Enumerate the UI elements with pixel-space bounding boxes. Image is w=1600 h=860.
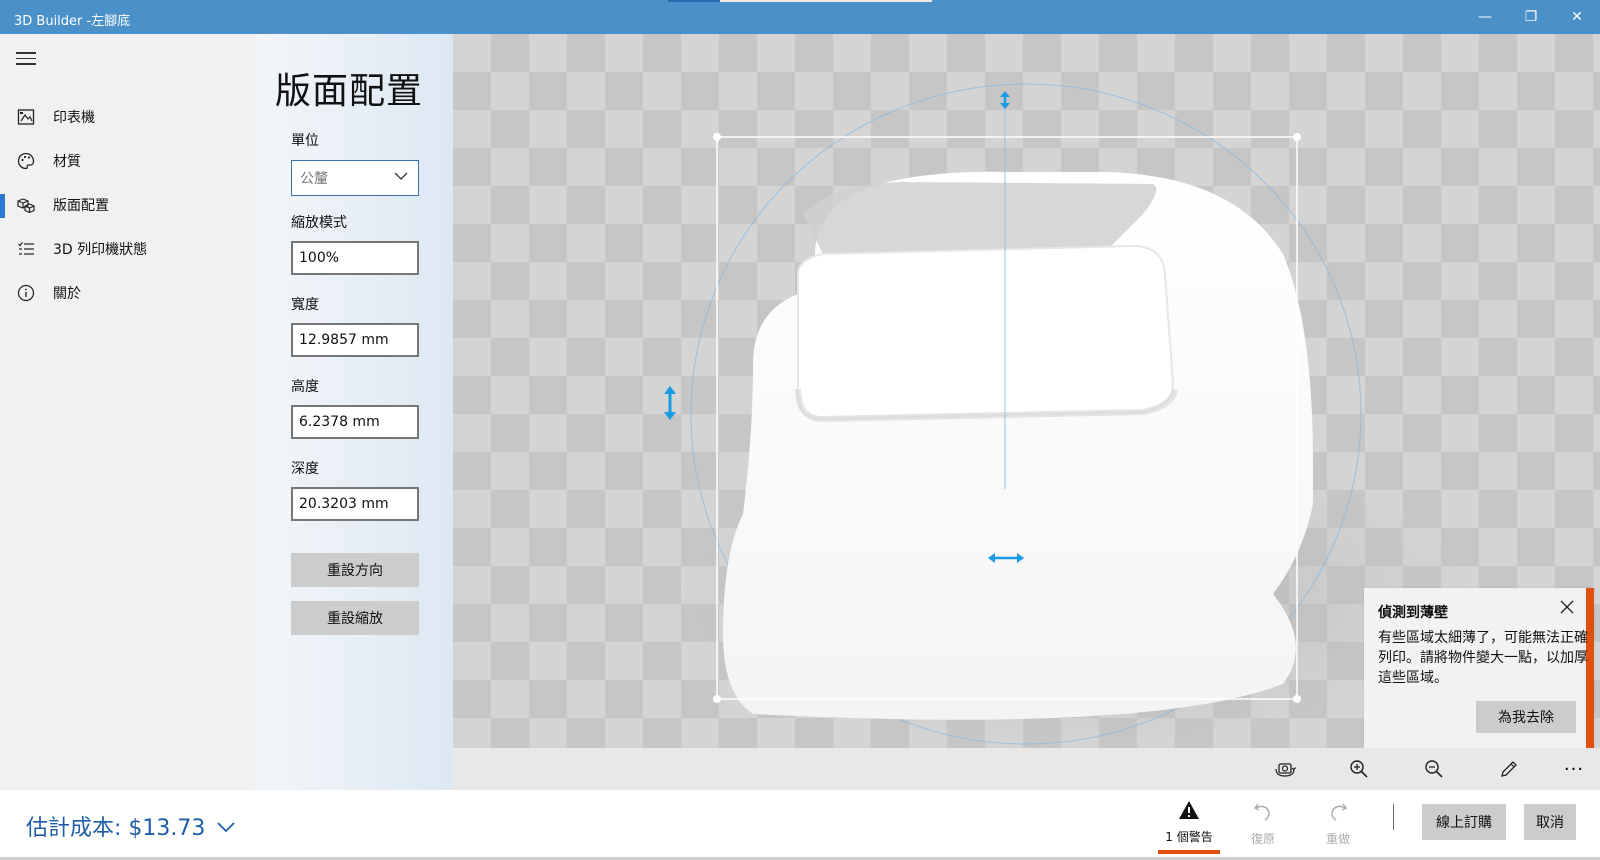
panel-heading: 版面配置 [275, 71, 424, 112]
zoom-in-icon[interactable] [1344, 756, 1374, 782]
zoom-out-icon[interactable] [1419, 756, 1449, 782]
move-vertical-side-handle[interactable] [664, 386, 676, 420]
estimated-cost-toggle[interactable]: 估計成本: $13.73 [26, 810, 236, 842]
width-input[interactable]: 12.9857 mm [291, 323, 419, 357]
view-tools-bar: ··· [453, 748, 1600, 790]
width-label: 寬度 [291, 297, 319, 313]
bbox-handle[interactable] [1293, 695, 1301, 703]
bbox-handle[interactable] [1293, 133, 1301, 141]
palette-icon [16, 151, 36, 171]
toolbar-separator [1393, 804, 1394, 830]
title-bar: 3D Builder -左腳底 — ❐ ✕ [0, 0, 1600, 34]
unit-select-value: 公釐 [300, 171, 328, 187]
bbox-handle[interactable] [713, 695, 721, 703]
fix-for-me-button[interactable]: 為我去除 [1476, 701, 1576, 733]
reset-scale-button[interactable]: 重設縮放 [291, 601, 419, 635]
title-accent-strip-light [720, 0, 932, 2]
unit-label: 單位 [291, 133, 319, 149]
undo-button[interactable]: 復原 [1231, 800, 1295, 852]
undo-label: 復原 [1250, 832, 1275, 846]
redo-icon [1327, 800, 1349, 826]
title-accent-strip [668, 0, 720, 2]
layout-properties-panel: 版面配置 單位 公釐 縮放模式 100% 寬度 12.9857 mm 高度 6.… [255, 34, 453, 790]
toast-title: 偵測到薄壁 [1378, 605, 1448, 621]
unit-select[interactable]: 公釐 [291, 160, 419, 196]
left-navigation: 印表機 材質 版面配置 3D 列印機狀態 關於 [0, 34, 255, 790]
reset-orientation-button[interactable]: 重設方向 [291, 553, 419, 587]
chevron-down-icon [217, 814, 236, 839]
nav-item-printer-status[interactable]: 3D 列印機狀態 [0, 229, 255, 269]
window-title: 3D Builder -左腳底 [14, 14, 131, 29]
move-vertical-top-handle[interactable] [1000, 91, 1010, 109]
redo-label: 重做 [1325, 832, 1350, 846]
order-online-button[interactable]: 線上訂購 [1422, 804, 1506, 840]
redo-button[interactable]: 重做 [1306, 800, 1370, 852]
thin-wall-warning-toast: 偵測到薄壁 有些區域太細薄了，可能無法正確列印。請將物件變大一點，以加厚這些區域… [1364, 588, 1594, 748]
close-window-button[interactable]: ✕ [1554, 0, 1600, 34]
nav-item-label: 版面配置 [53, 198, 109, 214]
warning-triangle-icon [1178, 800, 1200, 824]
warnings-active-underline [1158, 850, 1220, 854]
cancel-button[interactable]: 取消 [1524, 804, 1576, 840]
scale-mode-label: 縮放模式 [291, 215, 347, 231]
camera-rotate-icon[interactable] [1270, 756, 1300, 782]
estimated-cost-label: 估計成本: $13.73 [26, 816, 206, 841]
nav-item-label: 印表機 [53, 110, 95, 126]
model-top-plate [797, 244, 1175, 421]
depth-label: 深度 [291, 461, 319, 477]
nav-item-label: 材質 [53, 154, 81, 170]
undo-icon [1252, 800, 1274, 826]
printer-icon [16, 107, 36, 127]
nav-item-layout[interactable]: 版面配置 [0, 185, 255, 225]
nav-item-printer[interactable]: 印表機 [0, 97, 255, 137]
bbox-handle[interactable] [713, 133, 721, 141]
nav-item-material[interactable]: 材質 [0, 141, 255, 181]
height-input[interactable]: 6.2378 mm [291, 405, 419, 439]
nav-item-about[interactable]: 關於 [0, 273, 255, 313]
minimize-button[interactable]: — [1462, 0, 1508, 34]
warnings-label: 1 個警告 [1165, 830, 1213, 844]
layout-cubes-icon [16, 195, 36, 215]
toast-message: 有些區域太細薄了，可能無法正確列印。請將物件變大一點，以加厚這些區域。 [1378, 630, 1588, 686]
bottom-bar: 估計成本: $13.73 1 個警告 復原 重做 線上訂購 取消 [0, 790, 1600, 860]
warnings-button[interactable]: 1 個警告 [1157, 800, 1221, 852]
close-icon[interactable] [1556, 596, 1578, 618]
nav-item-label: 關於 [53, 286, 81, 302]
hamburger-menu-icon[interactable] [16, 52, 36, 68]
more-icon[interactable]: ··· [1559, 756, 1589, 782]
height-label: 高度 [291, 379, 319, 395]
scale-input[interactable]: 100% [291, 241, 419, 275]
nav-item-label: 3D 列印機狀態 [53, 242, 148, 258]
maximize-button[interactable]: ❐ [1508, 0, 1554, 34]
chevron-down-icon [394, 169, 408, 187]
status-list-icon [16, 239, 36, 259]
info-icon [16, 283, 36, 303]
depth-input[interactable]: 20.3203 mm [291, 487, 419, 521]
pencil-icon[interactable] [1494, 756, 1524, 782]
